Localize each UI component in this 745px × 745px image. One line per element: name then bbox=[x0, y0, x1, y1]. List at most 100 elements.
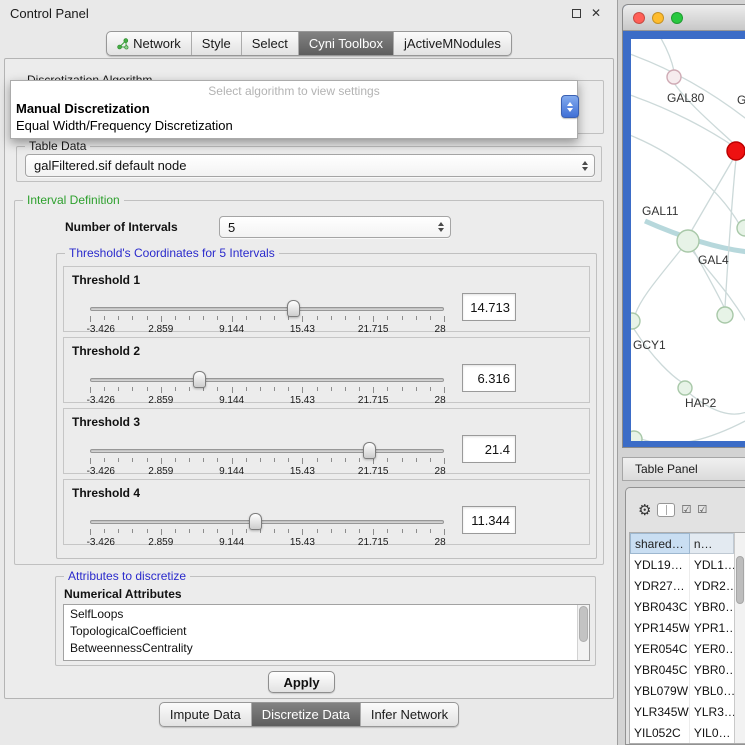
network-canvas-svg: GAL80GGAL11GAL4GCY1HAP2 bbox=[631, 39, 745, 441]
slider-ticks bbox=[90, 529, 444, 536]
network-window-titlebar[interactable] bbox=[623, 5, 745, 31]
slider-scale-label: 21.715 bbox=[358, 395, 389, 406]
attributes-list[interactable]: SelfLoopsTopologicalCoefficientBetweenne… bbox=[63, 604, 590, 661]
slider-thumb[interactable] bbox=[193, 371, 206, 388]
network-node[interactable] bbox=[727, 142, 745, 160]
table-row[interactable]: YLR345WYLR3… bbox=[630, 701, 734, 722]
table-row[interactable]: YER054CYER0… bbox=[630, 638, 734, 659]
close-window-icon[interactable]: ✕ bbox=[591, 7, 601, 19]
table-header-row: shared…n… bbox=[630, 533, 734, 554]
table-row[interactable]: YBR043CYBR0… bbox=[630, 596, 734, 617]
network-node[interactable] bbox=[678, 381, 692, 395]
network-node[interactable] bbox=[631, 431, 642, 441]
table-scrollbar[interactable] bbox=[734, 533, 745, 743]
checkbox-icon[interactable]: ☑ bbox=[697, 505, 707, 516]
table-row[interactable]: YBL079WYBL0… bbox=[630, 680, 734, 701]
column-header-2[interactable]: n… bbox=[690, 533, 734, 554]
tab-impute-data[interactable]: Impute Data bbox=[160, 703, 251, 726]
slider-scale: -3.4262.8599.14415.4321.71528 bbox=[90, 395, 444, 407]
table-row[interactable]: YPR145WYPR1… bbox=[630, 617, 734, 638]
threshold-value-field[interactable]: 21.4 bbox=[462, 435, 516, 463]
threshold-value-field[interactable]: 11.344 bbox=[462, 506, 516, 534]
algorithm-option-manual-discretization[interactable]: Manual Discretization bbox=[11, 100, 577, 117]
table-panel-title: Table Panel bbox=[635, 462, 698, 476]
control-panel-window: Control Panel ✕ NetworkStyleSelectCyni T… bbox=[0, 0, 618, 745]
columns-icon[interactable] bbox=[657, 503, 675, 517]
network-node-label: GAL4 bbox=[698, 253, 729, 267]
apply-button[interactable]: Apply bbox=[268, 671, 335, 693]
table-data-combo-value: galFiltered.sif default node bbox=[26, 158, 578, 173]
table-row[interactable]: YIL052CYIL0… bbox=[630, 722, 734, 743]
attributes-group: Attributes to discretize Numerical Attri… bbox=[55, 576, 596, 666]
algorithm-combo-button[interactable] bbox=[561, 95, 579, 118]
scrollbar-thumb[interactable] bbox=[579, 606, 588, 642]
threshold-slider[interactable]: -3.4262.8599.14415.4321.71528 bbox=[90, 303, 444, 331]
slider-track bbox=[90, 520, 444, 524]
slider-scale-label: 28 bbox=[435, 537, 446, 548]
slider-scale-label: 21.715 bbox=[358, 537, 389, 548]
tab-label: Style bbox=[202, 36, 231, 51]
slider-thumb[interactable] bbox=[249, 513, 262, 530]
tab-jactivemnodules[interactable]: jActiveMNodules bbox=[393, 32, 511, 55]
tab-infer-network[interactable]: Infer Network bbox=[360, 703, 458, 726]
network-node[interactable] bbox=[667, 70, 681, 84]
slider-scale-label: 2.859 bbox=[148, 324, 173, 335]
threshold-slider[interactable]: -3.4262.8599.14415.4321.71528 bbox=[90, 516, 444, 544]
table-cell: YDR2… bbox=[690, 575, 734, 596]
table-data-legend: Table Data bbox=[25, 139, 90, 154]
attributes-scrollbar[interactable] bbox=[577, 605, 589, 660]
slider-scale-label: 15.43 bbox=[290, 324, 315, 335]
zoom-traffic-light[interactable] bbox=[671, 12, 683, 24]
slider-scale-label: -3.426 bbox=[87, 395, 115, 406]
close-traffic-light[interactable] bbox=[633, 12, 645, 24]
attribute-item-topologicalcoefficient[interactable]: TopologicalCoefficient bbox=[64, 622, 589, 639]
tab-select[interactable]: Select bbox=[241, 32, 298, 55]
tab-style[interactable]: Style bbox=[191, 32, 241, 55]
attribute-item-betweennesscentrality[interactable]: BetweennessCentrality bbox=[64, 639, 589, 656]
table-cell: YIL0… bbox=[690, 722, 734, 743]
number-of-intervals-combo[interactable]: 5 bbox=[219, 216, 451, 238]
slider-scale-label: 28 bbox=[435, 324, 446, 335]
slider-scale-label: 9.144 bbox=[219, 537, 244, 548]
threshold-slider[interactable]: -3.4262.8599.14415.4321.71528 bbox=[90, 374, 444, 402]
tab-discretize-data[interactable]: Discretize Data bbox=[251, 703, 360, 726]
slider-scale-label: -3.426 bbox=[87, 537, 115, 548]
network-node[interactable] bbox=[677, 230, 699, 252]
slider-scale-label: 9.144 bbox=[219, 466, 244, 477]
threshold-slider[interactable]: -3.4262.8599.14415.4321.71528 bbox=[90, 445, 444, 473]
table-row[interactable]: YBR045CYBR0… bbox=[630, 659, 734, 680]
slider-scale: -3.4262.8599.14415.4321.71528 bbox=[90, 537, 444, 549]
table-row[interactable]: YDL19…YDL1… bbox=[630, 554, 734, 575]
tab-cyni-toolbox[interactable]: Cyni Toolbox bbox=[298, 32, 393, 55]
column-header-1[interactable]: shared… bbox=[630, 533, 690, 554]
slider-track bbox=[90, 449, 444, 453]
slider-scale-label: 28 bbox=[435, 395, 446, 406]
attributes-legend: Attributes to discretize bbox=[64, 569, 190, 584]
table-panel-header[interactable]: Table Panel bbox=[622, 457, 745, 481]
tab-network[interactable]: Network bbox=[107, 32, 191, 55]
threshold-value-field[interactable]: 6.316 bbox=[462, 364, 516, 392]
minimize-traffic-light[interactable] bbox=[652, 12, 664, 24]
attribute-item-selfloops[interactable]: SelfLoops bbox=[64, 605, 589, 622]
network-canvas[interactable]: GAL80GGAL11GAL4GCY1HAP2 bbox=[631, 39, 745, 441]
table-rows: YDL19…YDL1…YDR27…YDR2…YBR043CYBR0…YPR145… bbox=[630, 554, 734, 743]
slider-scale-label: 28 bbox=[435, 466, 446, 477]
slider-thumb[interactable] bbox=[287, 300, 300, 317]
slider-thumb[interactable] bbox=[363, 442, 376, 459]
threshold-value-field[interactable]: 14.713 bbox=[462, 293, 516, 321]
number-of-intervals-label: Number of Intervals bbox=[65, 220, 178, 234]
gear-icon[interactable]: ⚙ bbox=[638, 503, 651, 518]
table-cell: YLR3… bbox=[690, 701, 734, 722]
float-window-icon[interactable] bbox=[572, 9, 581, 18]
scrollbar-thumb[interactable] bbox=[736, 556, 744, 604]
table-cell: YBR045C bbox=[630, 659, 690, 680]
table-data-combo[interactable]: galFiltered.sif default node bbox=[25, 154, 595, 177]
table-data-group: Table Data galFiltered.sif default node bbox=[16, 146, 602, 182]
algorithm-option-equal-width-frequency-discretization[interactable]: Equal Width/Frequency Discretization bbox=[11, 117, 577, 134]
network-node[interactable] bbox=[717, 307, 733, 323]
table-row[interactable]: YDR27…YDR2… bbox=[630, 575, 734, 596]
algorithm-popup-header: Select algorithm to view settings bbox=[11, 81, 577, 100]
threshold-box: Threshold 1-3.4262.8599.14415.4321.71528… bbox=[63, 266, 590, 332]
checkbox-icon[interactable]: ☑ bbox=[681, 505, 691, 516]
network-node[interactable] bbox=[631, 313, 640, 329]
